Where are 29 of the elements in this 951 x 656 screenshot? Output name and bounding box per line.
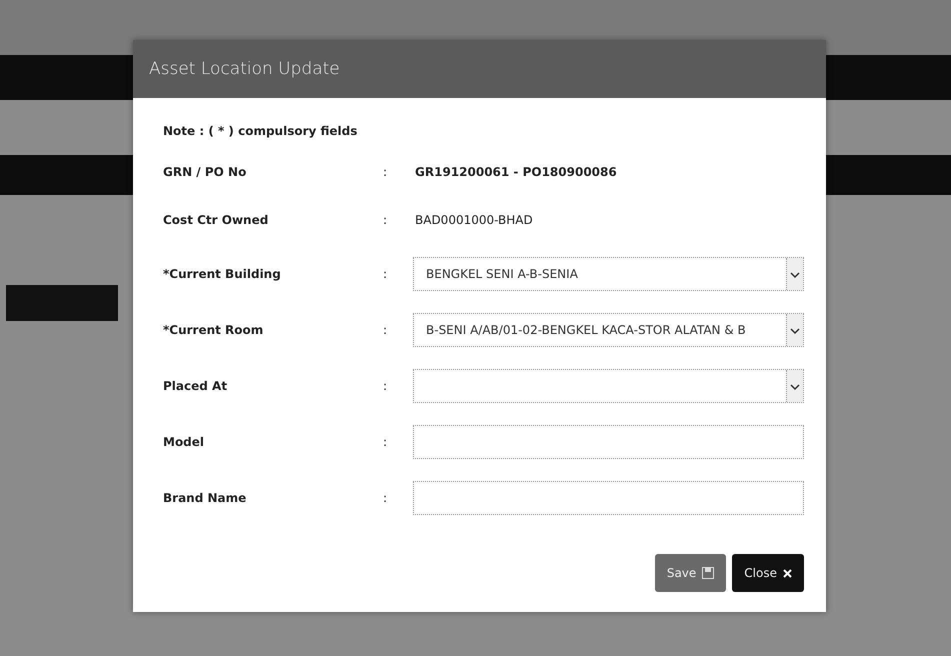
select-field[interactable]: B-SENI A/AB/01-02-BENGKEL KACA-STOR ALATAN & B bbox=[413, 313, 804, 347]
field-label: Model bbox=[163, 435, 204, 449]
field-label: Brand Name bbox=[163, 491, 246, 505]
select-field[interactable] bbox=[413, 369, 804, 403]
field-label: GRN / PO No bbox=[163, 165, 246, 179]
field-label: *Current Room bbox=[163, 323, 264, 337]
field-value: BAD0001000-BHAD bbox=[414, 213, 533, 227]
colon: : bbox=[383, 435, 388, 449]
caret-icon bbox=[786, 314, 803, 346]
field-value: GR191200061 - PO180900086 bbox=[414, 165, 617, 179]
input-field[interactable] bbox=[413, 481, 804, 515]
select-field[interactable]: BENGKEL SENI A-B-SENIA bbox=[413, 257, 804, 291]
colon: : bbox=[383, 267, 388, 281]
colon: : bbox=[383, 213, 388, 227]
close-icon bbox=[783, 568, 792, 578]
caret-icon bbox=[786, 370, 803, 402]
save-button[interactable]: Save bbox=[654, 554, 726, 592]
colon: : bbox=[383, 491, 388, 505]
field-label: *Current Building bbox=[163, 267, 281, 281]
modal-title: Asset Location Update bbox=[149, 59, 340, 79]
note-text: Note : ( * ) compulsory fields bbox=[163, 124, 358, 138]
close-button[interactable]: Close bbox=[732, 554, 804, 592]
colon: : bbox=[383, 323, 388, 337]
field-label: Cost Ctr Owned bbox=[163, 213, 268, 227]
colon: : bbox=[383, 379, 388, 393]
caret-icon bbox=[786, 258, 803, 290]
field-label: Placed At bbox=[163, 379, 228, 393]
colon: : bbox=[383, 165, 388, 179]
input-field[interactable] bbox=[413, 425, 804, 459]
